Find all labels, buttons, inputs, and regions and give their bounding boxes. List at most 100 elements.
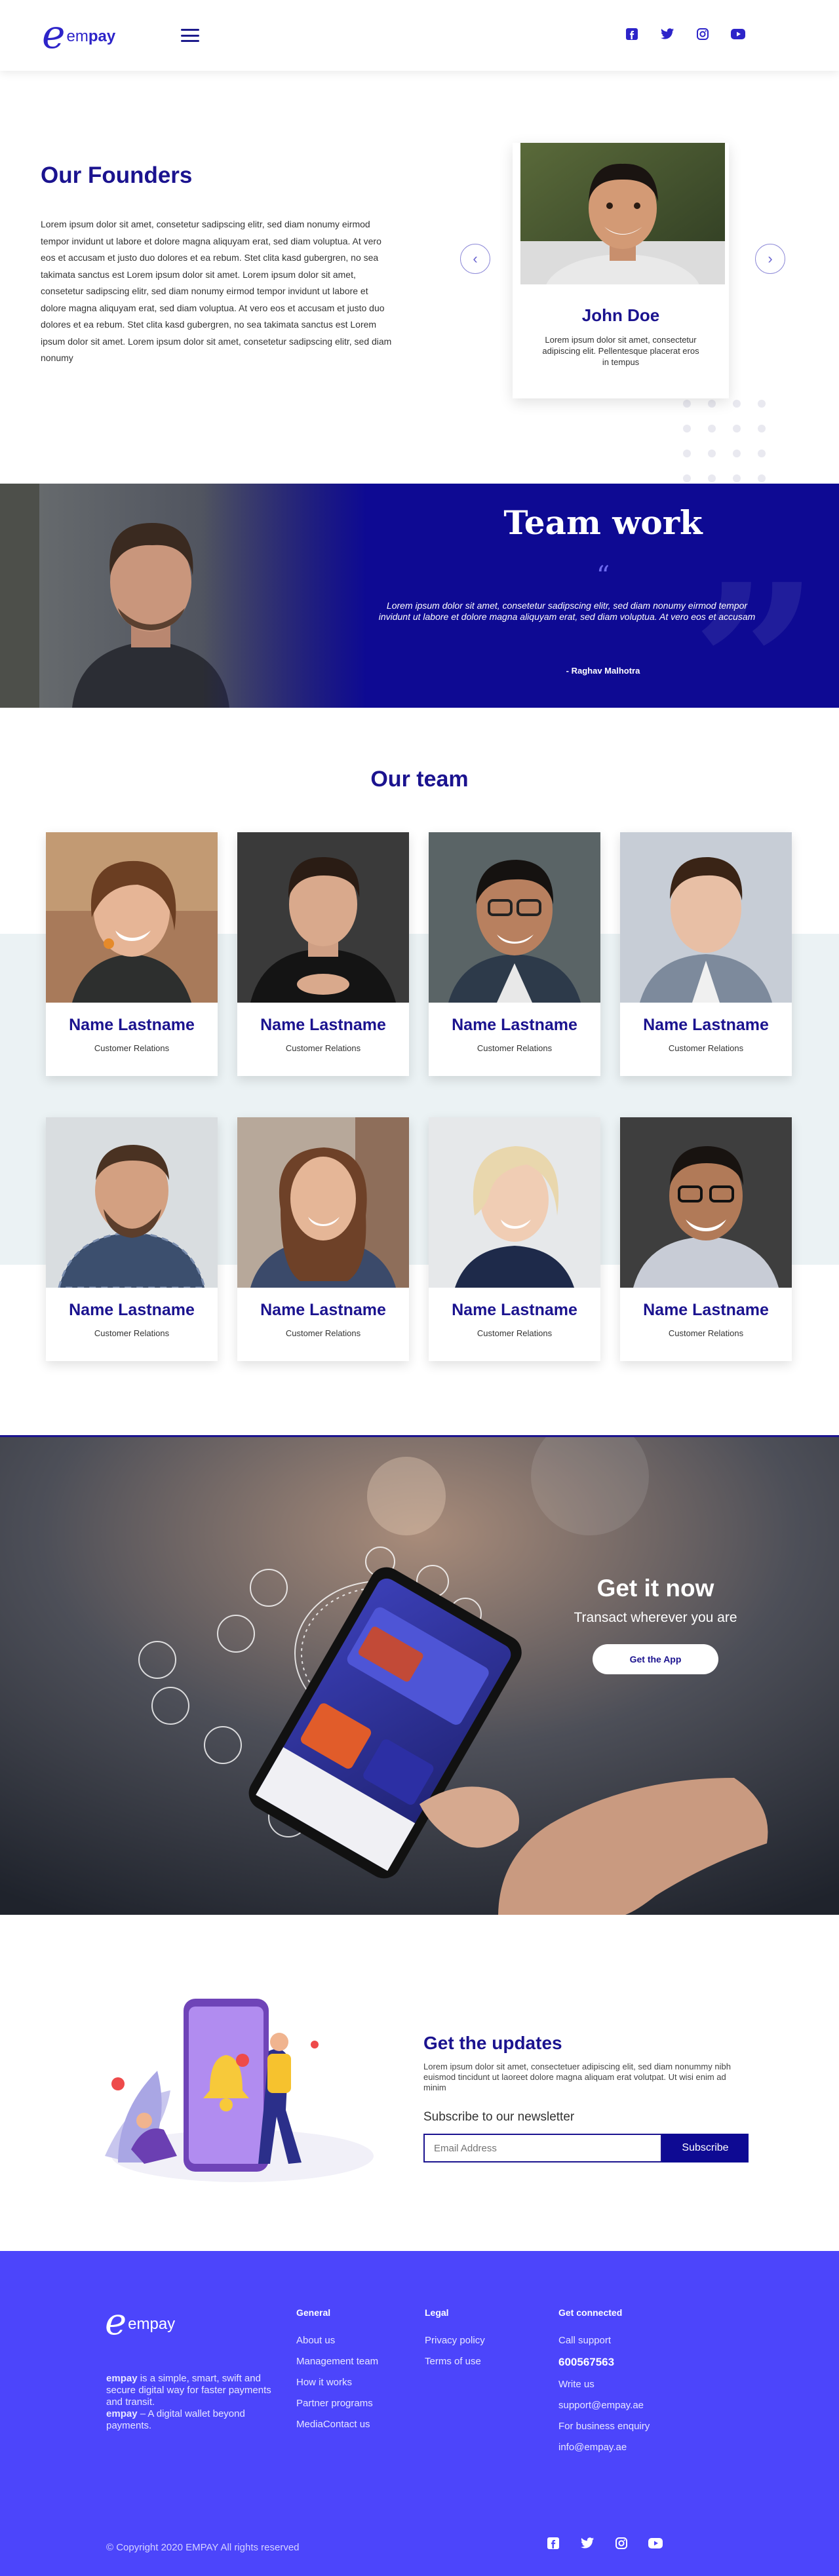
youtube-icon[interactable] <box>648 2535 663 2551</box>
team-member-card[interactable]: Name Lastname Customer Relations <box>237 1117 409 1361</box>
facebook-icon[interactable] <box>545 2535 561 2551</box>
founders-body-text: Lorem ipsum dolor sit amet, consetetur s… <box>41 219 392 363</box>
youtube-icon[interactable] <box>730 26 746 42</box>
business-email[interactable]: info@empay.ae <box>558 2442 650 2453</box>
team-member-role: Customer Relations <box>285 1043 361 1053</box>
teamwork-quote-text: Lorem ipsum dolor sit amet, consetetur s… <box>378 600 756 622</box>
email-field[interactable] <box>423 2134 662 2163</box>
team-member-card[interactable]: Name Lastname Customer Relations <box>620 1117 792 1361</box>
team-section: Our team Name Lastname Customer Relation… <box>0 708 839 1435</box>
newsletter-section: Get the updates Lorem ipsum dolor sit am… <box>0 1915 839 2251</box>
teamwork-title: Team work <box>503 503 703 542</box>
support-phone[interactable]: 600567563 <box>558 2356 650 2369</box>
footer-link[interactable]: Call support <box>558 2335 650 2346</box>
twitter-icon[interactable] <box>659 26 675 42</box>
chevron-right-icon: › <box>768 250 773 267</box>
teamwork-quote-author: - Raghav Malhotra <box>566 666 640 676</box>
copyright-text: © Copyright 2020 EMPAY All rights reserv… <box>106 2542 300 2553</box>
get-app-section: Get it now Transact wherever you are Get… <box>0 1435 839 1915</box>
team-member-photo <box>237 832 409 1003</box>
team-member-photo <box>620 1117 792 1288</box>
footer-link[interactable]: Management team <box>296 2356 378 2367</box>
founder-description: Lorem ipsum dolor sit amet, consectetur … <box>542 335 699 367</box>
founder-photo <box>520 143 725 284</box>
logo-mark: e <box>42 12 66 58</box>
team-member-name: Name Lastname <box>69 1301 195 1319</box>
footer-link[interactable]: For business enquiry <box>558 2421 650 2432</box>
carousel-prev-button[interactable]: ‹ <box>460 244 490 274</box>
footer-logo[interactable]: e empay <box>105 2301 176 2343</box>
logo-wordmark: empay <box>128 2315 176 2333</box>
get-app-button[interactable]: Get the App <box>593 1644 718 1674</box>
support-email[interactable]: support@empay.ae <box>558 2400 650 2411</box>
instagram-icon[interactable] <box>614 2535 629 2551</box>
get-app-title: Get it now <box>596 1575 714 1602</box>
newsletter-description: Lorem ipsum dolor sit amet, consectetuer… <box>423 2062 731 2092</box>
header-social-links <box>624 26 746 42</box>
footer-link[interactable]: Partner programs <box>296 2398 378 2409</box>
footer-social-links <box>545 2535 663 2551</box>
site-header: e empay <box>0 0 839 71</box>
team-member-role: Customer Relations <box>285 1328 361 1338</box>
team-member-name: Name Lastname <box>452 1016 577 1034</box>
team-member-photo <box>620 832 792 1003</box>
founders-section: Our Founders Lorem ipsum dolor sit amet,… <box>0 71 839 507</box>
founder-name: John Doe <box>581 305 660 325</box>
facebook-icon[interactable] <box>624 26 640 42</box>
footer-link[interactable]: MediaContact us <box>296 2419 378 2430</box>
footer-column-general: General About us Management team How it … <box>296 2307 378 2440</box>
footer-column-connect: Get connected Call support 600567563 Wri… <box>558 2307 650 2463</box>
team-member-role: Customer Relations <box>94 1043 170 1053</box>
team-member-name: Name Lastname <box>643 1301 769 1319</box>
teamwork-photo <box>0 484 367 708</box>
team-member-card[interactable]: Name Lastname Customer Relations <box>46 1117 218 1361</box>
site-footer: e empay empay is a simple, smart, swift … <box>0 2251 839 2576</box>
team-member-name: Name Lastname <box>260 1016 386 1034</box>
app-promo-image <box>0 1437 839 1915</box>
team-member-name: Name Lastname <box>452 1301 577 1319</box>
footer-link[interactable]: About us <box>296 2335 378 2346</box>
footer-column-title: General <box>296 2307 331 2318</box>
team-member-card[interactable]: Name Lastname Customer Relations <box>620 832 792 1076</box>
team-member-card[interactable]: Name Lastname Customer Relations <box>237 832 409 1076</box>
team-member-name: Name Lastname <box>69 1016 195 1034</box>
team-member-role: Customer Relations <box>477 1328 553 1338</box>
team-member-card[interactable]: Name Lastname Customer Relations <box>429 832 600 1076</box>
footer-link[interactable]: Privacy policy <box>425 2335 485 2346</box>
team-member-photo <box>429 1117 600 1288</box>
founders-title: Our Founders <box>41 163 193 188</box>
subscribe-button[interactable]: Subscribe <box>662 2134 749 2163</box>
team-member-photo <box>429 832 600 1003</box>
team-member-role: Customer Relations <box>668 1043 744 1053</box>
quote-icon: “ <box>596 561 610 591</box>
newsletter-title: Get the updates <box>423 2033 562 2053</box>
team-member-card[interactable]: Name Lastname Customer Relations <box>429 1117 600 1361</box>
get-app-subtitle: Transact wherever you are <box>574 1610 737 1625</box>
team-member-photo <box>46 832 218 1003</box>
twitter-icon[interactable] <box>579 2535 595 2551</box>
footer-description: empay is a simple, smart, swift and secu… <box>106 2373 271 2431</box>
footer-column-title: Legal <box>425 2307 449 2318</box>
chevron-left-icon: ‹ <box>473 250 478 267</box>
footer-link[interactable]: Terms of use <box>425 2356 485 2367</box>
teamwork-section: ” Team work “ Lorem ipsum dolor sit amet… <box>0 484 839 708</box>
carousel-next-button[interactable]: › <box>755 244 785 274</box>
team-member-card[interactable]: Name Lastname Customer Relations <box>46 832 218 1076</box>
team-member-photo <box>46 1117 218 1288</box>
team-member-name: Name Lastname <box>260 1301 386 1319</box>
footer-column-legal: Legal Privacy policy Terms of use <box>425 2307 485 2377</box>
instagram-icon[interactable] <box>695 26 711 42</box>
logo-wordmark: empay <box>66 28 116 45</box>
team-member-photo <box>237 1117 409 1288</box>
footer-link[interactable]: How it works <box>296 2377 378 2388</box>
logo[interactable]: e empay <box>42 12 116 58</box>
logo-mark: e <box>105 2301 127 2343</box>
team-member-name: Name Lastname <box>643 1016 769 1034</box>
menu-icon[interactable] <box>181 29 199 42</box>
team-title: Our team <box>370 767 469 792</box>
newsletter-label: Subscribe to our newsletter <box>423 2110 575 2124</box>
footer-link[interactable]: Write us <box>558 2379 650 2390</box>
notification-illustration <box>105 1999 374 2182</box>
team-member-role: Customer Relations <box>668 1328 744 1338</box>
team-member-role: Customer Relations <box>94 1328 170 1338</box>
